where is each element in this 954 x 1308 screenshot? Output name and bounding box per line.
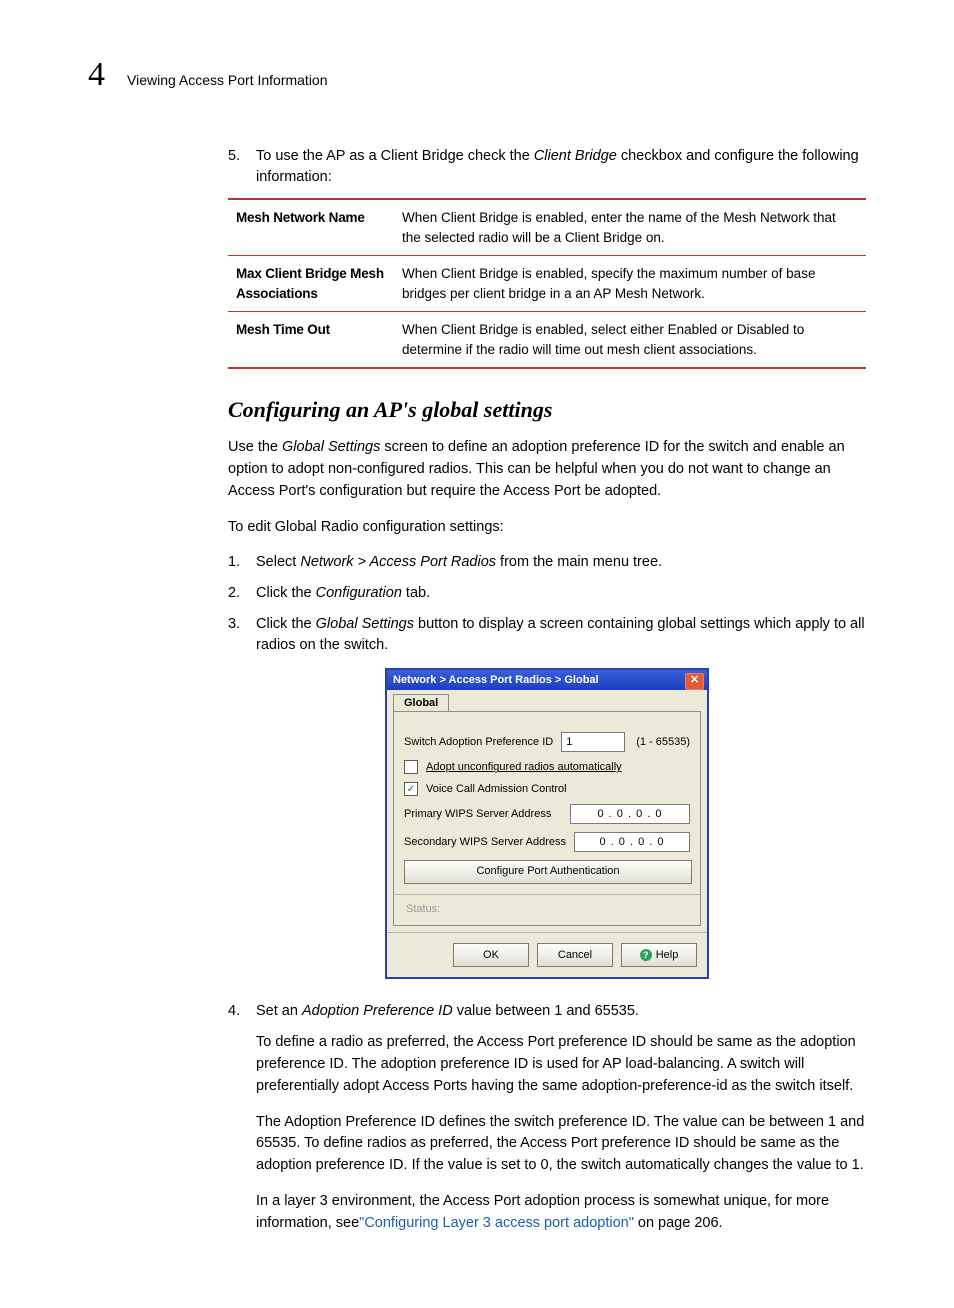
- field-desc: When Client Bridge is enabled, select ei…: [394, 312, 866, 369]
- row-adopt-unconfigured: Adopt unconfigured radios automatically: [404, 760, 690, 774]
- section-lead: To edit Global Radio configuration setti…: [228, 517, 866, 539]
- help-icon: ?: [640, 949, 652, 961]
- field-desc: When Client Bridge is enabled, specify t…: [394, 256, 866, 312]
- dialog-screenshot: Network > Access Port Radios > Global ✕ …: [228, 668, 866, 979]
- field-name: Max Client Bridge Mesh Associations: [228, 256, 394, 312]
- hint-adoption-range: (1 - 65535): [636, 736, 690, 748]
- xref-layer3-adoption[interactable]: "Configuring Layer 3 access port adoptio…: [359, 1215, 634, 1231]
- section-intro: Use the Global Settings screen to define…: [228, 437, 866, 502]
- input-secondary-wips-ip[interactable]: 0 . 0 . 0 . 0: [574, 832, 690, 852]
- label-primary-wips: Primary WIPS Server Address: [404, 808, 551, 820]
- step-5: 5. To use the AP as a Client Bridge chec…: [228, 146, 866, 188]
- row-adoption-id: Switch Adoption Preference ID 1 (1 - 655…: [404, 732, 690, 752]
- status-label: Status:: [404, 901, 690, 917]
- section-heading: Configuring an AP's global settings: [228, 397, 866, 423]
- dialog-title-text: Network > Access Port Radios > Global: [393, 674, 599, 686]
- table-row: Max Client Bridge Mesh Associations When…: [228, 256, 866, 312]
- label-adopt-unconfigured: Adopt unconfigured radios automatically: [426, 761, 622, 773]
- step-number: 2.: [228, 583, 246, 604]
- row-secondary-wips: Secondary WIPS Server Address 0 . 0 . 0 …: [404, 832, 690, 852]
- global-settings-dialog: Network > Access Port Radios > Global ✕ …: [385, 668, 709, 979]
- cancel-button[interactable]: Cancel: [537, 943, 613, 967]
- field-name: Mesh Time Out: [228, 312, 394, 369]
- dialog-actions: OK Cancel ? Help: [387, 932, 707, 977]
- help-button[interactable]: ? Help: [621, 943, 697, 967]
- step-number: 3.: [228, 614, 246, 656]
- row-voice-cac: ✓ Voice Call Admission Control: [404, 782, 690, 796]
- dialog-tabbar: Global: [387, 690, 707, 711]
- running-header: 4 Viewing Access Port Information: [88, 58, 866, 92]
- step-number: 4.: [228, 1001, 246, 1022]
- step-text: Click the Configuration tab.: [256, 583, 430, 604]
- label-secondary-wips: Secondary WIPS Server Address: [404, 836, 566, 848]
- paragraph: The Adoption Preference ID defines the s…: [256, 1112, 866, 1177]
- paragraph: In a layer 3 environment, the Access Por…: [256, 1191, 866, 1235]
- configure-port-auth-button[interactable]: Configure Port Authentication: [404, 860, 692, 884]
- ok-button[interactable]: OK: [453, 943, 529, 967]
- checkbox-voice-cac[interactable]: ✓: [404, 782, 418, 796]
- help-button-label: Help: [656, 945, 679, 965]
- input-adoption-id[interactable]: 1: [561, 732, 625, 752]
- label-voice-cac: Voice Call Admission Control: [426, 783, 567, 795]
- step-1: 1. Select Network > Access Port Radios f…: [228, 552, 866, 573]
- tab-global[interactable]: Global: [393, 694, 449, 711]
- dialog-body: Switch Adoption Preference ID 1 (1 - 655…: [393, 711, 701, 926]
- content-block: 5. To use the AP as a Client Bridge chec…: [228, 146, 866, 1234]
- field-description-table: Mesh Network Name When Client Bridge is …: [228, 198, 866, 369]
- chapter-number: 4: [88, 58, 105, 92]
- step-2: 2. Click the Configuration tab.: [228, 583, 866, 604]
- step-number: 1.: [228, 552, 246, 573]
- step-text: Set an Adoption Preference ID value betw…: [256, 1001, 639, 1022]
- step-3: 3. Click the Global Settings button to d…: [228, 614, 866, 656]
- step-4: 4. Set an Adoption Preference ID value b…: [228, 1001, 866, 1022]
- page: 4 Viewing Access Port Information 5. To …: [0, 0, 954, 1308]
- paragraph: To define a radio as preferred, the Acce…: [256, 1032, 866, 1097]
- field-desc: When Client Bridge is enabled, enter the…: [394, 199, 866, 256]
- dialog-titlebar: Network > Access Port Radios > Global ✕: [387, 670, 707, 690]
- dialog-separator: [394, 894, 700, 895]
- step-text: To use the AP as a Client Bridge check t…: [256, 146, 866, 188]
- label-adoption-id: Switch Adoption Preference ID: [404, 736, 553, 748]
- checkbox-adopt-unconfigured[interactable]: [404, 760, 418, 774]
- table-row: Mesh Network Name When Client Bridge is …: [228, 199, 866, 256]
- step-text: Click the Global Settings button to disp…: [256, 614, 866, 656]
- chapter-title: Viewing Access Port Information: [127, 72, 328, 88]
- field-name: Mesh Network Name: [228, 199, 394, 256]
- row-primary-wips: Primary WIPS Server Address 0 . 0 . 0 . …: [404, 804, 690, 824]
- step-number: 5.: [228, 146, 246, 188]
- table-row: Mesh Time Out When Client Bridge is enab…: [228, 312, 866, 369]
- close-icon[interactable]: ✕: [685, 673, 704, 690]
- input-primary-wips-ip[interactable]: 0 . 0 . 0 . 0: [570, 804, 690, 824]
- step-text: Select Network > Access Port Radios from…: [256, 552, 662, 573]
